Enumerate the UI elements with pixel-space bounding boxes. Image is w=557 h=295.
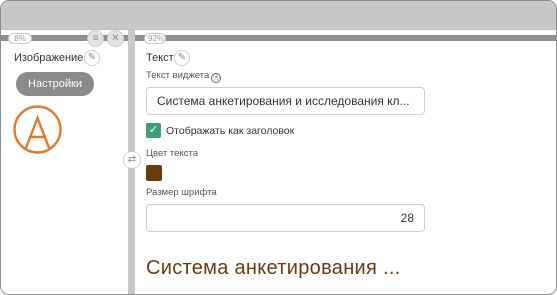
text-color-swatch[interactable]	[146, 165, 162, 181]
font-size-input[interactable]: 28	[146, 204, 425, 232]
left-column	[1, 30, 128, 294]
widget-text-label-text: Текст виджета	[146, 70, 210, 81]
image-widget-label: Изображение	[14, 52, 84, 64]
preview-heading: Система анкетирования ...	[146, 257, 401, 279]
right-width-percent: 92%	[144, 33, 166, 44]
right-column-strip	[135, 35, 556, 41]
show-as-heading-checkbox[interactable]: ✓	[146, 123, 161, 138]
list-icon[interactable]: ≡	[87, 30, 104, 47]
text-color-label: Цвет текста	[146, 148, 198, 159]
logo-icon	[13, 105, 62, 154]
settings-button[interactable]: Настройки	[16, 72, 94, 96]
close-icon[interactable]: ✕	[107, 30, 124, 47]
widget-text-label: Текст виджета ⓐ	[146, 70, 222, 83]
editor-window: 8% ≡ ✕ Изображение ✎ Настройки ⇄ 92% Тек…	[0, 0, 557, 295]
edit-icon[interactable]: ✎	[84, 50, 100, 66]
widget-text-input[interactable]: Система анкетирования и исследования кл.…	[146, 87, 425, 115]
left-width-percent: 8%	[8, 33, 32, 44]
swap-icon[interactable]: ⇄	[123, 151, 141, 169]
font-size-label: Размер шрифта	[146, 187, 217, 198]
top-bar	[1, 1, 556, 30]
edit-icon[interactable]: ✎	[174, 50, 190, 66]
show-as-heading-label: Отображать как заголовок	[166, 125, 295, 137]
info-icon[interactable]: ⓐ	[211, 73, 222, 83]
text-widget-title: Текст	[146, 52, 174, 64]
